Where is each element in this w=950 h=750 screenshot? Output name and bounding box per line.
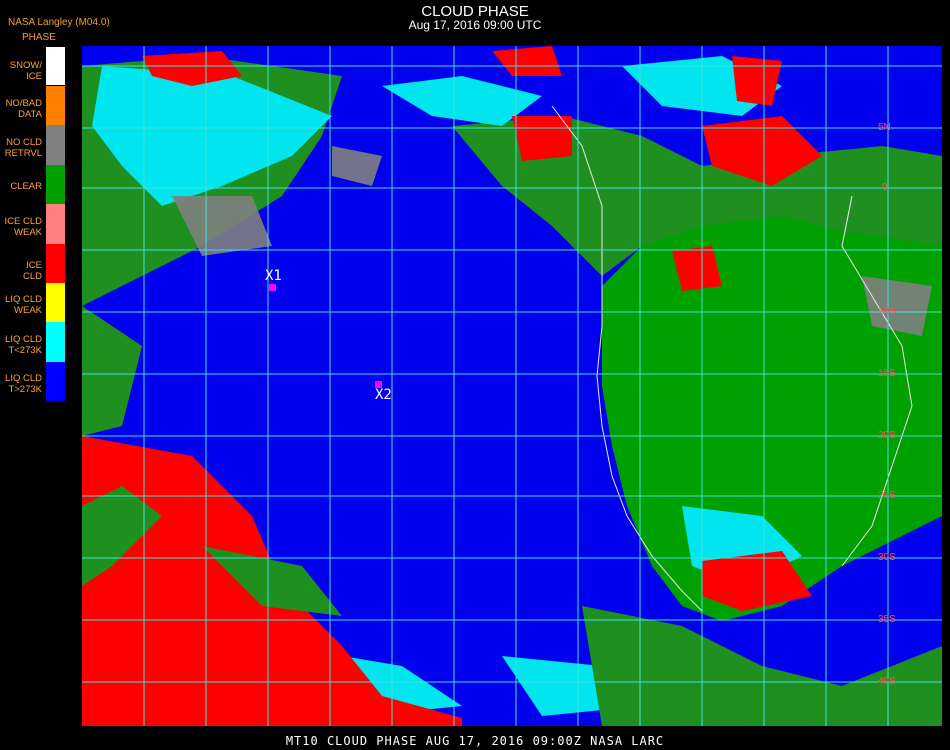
marker-x1-label: X1 [265, 268, 282, 284]
legend-label-no-bad-data: NO/BAD DATA [5, 98, 42, 120]
grid-label-15s: 15S [878, 368, 896, 379]
legend-swatch-ice-cld-weak [46, 204, 65, 244]
legend-swatch-liq-cld-cold [46, 322, 65, 362]
legend-label-no-cld-retrvl: NO CLD RETRVL [4, 137, 42, 159]
legend-swatch-clear [46, 165, 65, 204]
legend-swatch-snow-ice [46, 47, 65, 85]
satellite-map[interactable]: 5N 0 10S 15S 20S 25S 30S 35S 40S [82, 46, 942, 726]
legend-label-clear: CLEAR [10, 181, 42, 192]
marker-x1-dot[interactable] [269, 284, 276, 291]
legend-label-liq-cld-weak: LIQ CLD WEAK [5, 294, 42, 316]
grid-label-30s: 30S [878, 552, 896, 563]
legend-swatch-liq-cld-warm [46, 362, 65, 401]
footer-caption: MT10 CLOUD PHASE AUG 17, 2016 09:00Z NAS… [285, 734, 665, 748]
legend-swatch-no-cld-retrvl [46, 125, 65, 165]
legend-label-liq-cld-cold: LIQ CLD T<273K [5, 334, 42, 356]
legend-label-liq-cld-warm: LIQ CLD T>273K [5, 373, 42, 395]
legend-label-ice-cld-weak: ICE CLD WEAK [4, 216, 42, 238]
grid-label-20s: 20S [878, 430, 896, 441]
grid-label-0: 0 [882, 182, 888, 193]
legend-swatch-no-bad-data [46, 86, 65, 125]
map-datetime: Aug 17, 2016 09:00 UTC [408, 18, 542, 32]
legend-label-ice-cld: ICE CLD [22, 260, 42, 282]
legend-swatch-liq-cld-weak [46, 283, 65, 322]
grid-label-5n: 5N [878, 122, 891, 133]
legend-swatch-ice-cld [46, 244, 65, 283]
marker-x2-label: X2 [375, 387, 392, 403]
legend-label-snow-ice: SNOW/ICE [9, 60, 42, 82]
grid-label-40s: 40S [878, 676, 896, 687]
grid-label-35s: 35S [878, 614, 896, 625]
legend-title: PHASE [22, 32, 56, 43]
grid-label-25s: 25S [878, 490, 896, 501]
map-imagery: 5N 0 10S 15S 20S 25S 30S 35S 40S [82, 46, 942, 726]
data-source: NASA Langley (M04.0) [8, 17, 110, 28]
marker-x2-dot[interactable] [375, 381, 382, 388]
grid-label-10s: 10S [878, 306, 896, 317]
